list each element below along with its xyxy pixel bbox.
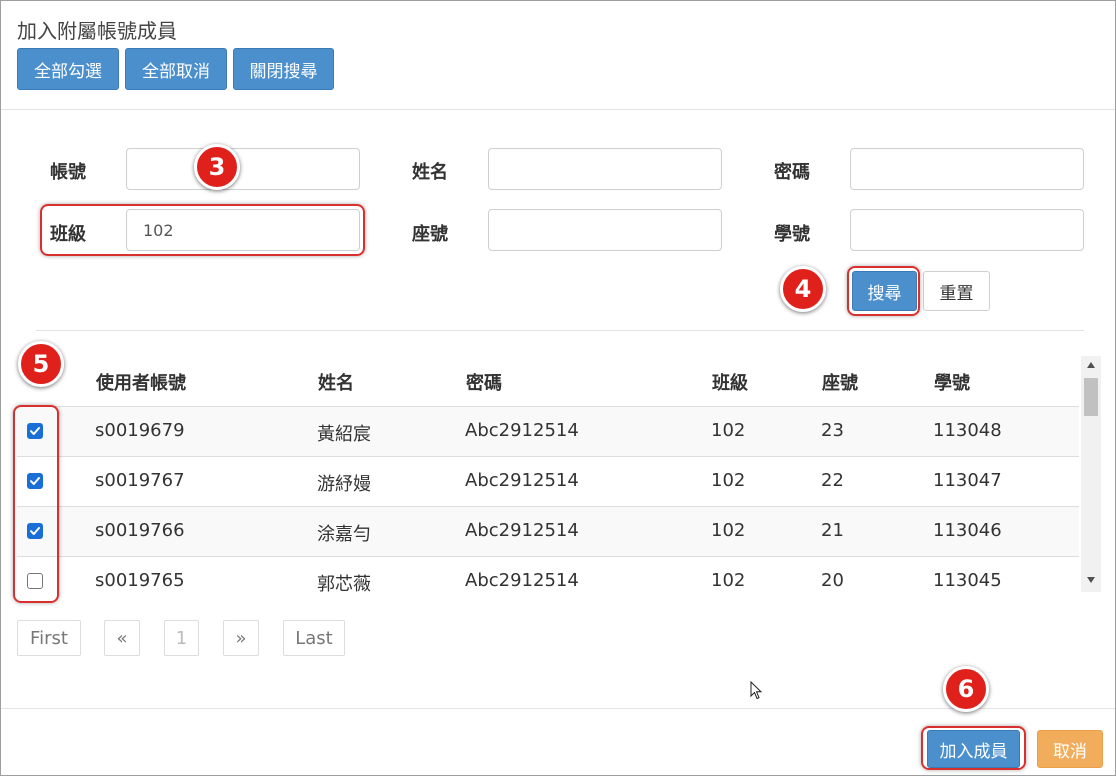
class-input[interactable] bbox=[126, 209, 360, 251]
checkmark-icon bbox=[30, 427, 40, 435]
header-password[interactable]: 密碼 bbox=[466, 369, 502, 395]
class-label: 班級 bbox=[50, 224, 86, 245]
cancel-button[interactable]: 取消 bbox=[1037, 730, 1103, 768]
header-account[interactable]: 使用者帳號 bbox=[96, 369, 186, 395]
add-members-dialog: 加入附屬帳號成員 全部勾選 全部取消 關閉搜尋 帳號 姓名 密碼 班級 座號 學… bbox=[0, 0, 1116, 776]
cell-class: 102 bbox=[711, 470, 746, 491]
student-id-input[interactable] bbox=[850, 209, 1084, 251]
table-row[interactable]: s0019765 郭芯薇 Abc2912514 102 20 113045 bbox=[17, 556, 1079, 606]
cell-account: s0019765 bbox=[95, 570, 185, 591]
table-row[interactable]: s0019767 游紓嫚 Abc2912514 102 22 113047 bbox=[17, 456, 1079, 506]
cell-student-id: 113046 bbox=[933, 520, 1002, 541]
select-all-button[interactable]: 全部勾選 bbox=[17, 48, 119, 90]
row-checkbox[interactable] bbox=[27, 573, 43, 589]
account-label: 帳號 bbox=[50, 162, 86, 183]
name-label: 姓名 bbox=[412, 162, 448, 183]
checkmark-icon bbox=[30, 527, 40, 535]
cell-password: Abc2912514 bbox=[465, 420, 579, 441]
table-row[interactable]: s0019766 涂嘉勻 Abc2912514 102 21 113046 bbox=[17, 506, 1079, 556]
cell-class: 102 bbox=[711, 570, 746, 591]
reset-button[interactable]: 重置 bbox=[923, 271, 990, 311]
cell-student-id: 113047 bbox=[933, 470, 1002, 491]
header-seat[interactable]: 座號 bbox=[822, 369, 858, 395]
form-divider bbox=[36, 330, 1084, 331]
cell-seat: 22 bbox=[821, 470, 844, 491]
cell-password: Abc2912514 bbox=[465, 570, 579, 591]
pagination-next[interactable]: » bbox=[223, 620, 259, 656]
cell-name: 郭芯薇 bbox=[317, 574, 371, 595]
checkmark-icon bbox=[30, 477, 40, 485]
seat-label: 座號 bbox=[412, 224, 448, 245]
header-class[interactable]: 班級 bbox=[712, 369, 748, 395]
table-scrollbar-thumb[interactable] bbox=[1084, 378, 1098, 416]
pagination-page-1[interactable]: 1 bbox=[164, 620, 199, 656]
scroll-up-arrow-icon[interactable] bbox=[1086, 361, 1096, 369]
seat-input[interactable] bbox=[488, 209, 722, 251]
step-5-badge: 5 bbox=[18, 341, 64, 387]
student-id-label: 學號 bbox=[774, 224, 810, 245]
cell-seat: 23 bbox=[821, 420, 844, 441]
row-checkbox[interactable] bbox=[27, 523, 43, 539]
password-input[interactable] bbox=[850, 148, 1084, 190]
footer-divider bbox=[1, 708, 1115, 709]
row-checkbox[interactable] bbox=[27, 473, 43, 489]
cell-student-id: 113048 bbox=[933, 420, 1002, 441]
cell-password: Abc2912514 bbox=[465, 470, 579, 491]
account-input[interactable] bbox=[126, 148, 360, 190]
header-student-id[interactable]: 學號 bbox=[934, 369, 970, 395]
dialog-title: 加入附屬帳號成員 bbox=[17, 19, 177, 43]
password-label: 密碼 bbox=[774, 162, 810, 183]
cell-name: 游紓嫚 bbox=[317, 474, 371, 495]
cell-account: s0019679 bbox=[95, 420, 185, 441]
header-name[interactable]: 姓名 bbox=[318, 369, 354, 395]
header-divider bbox=[1, 109, 1115, 110]
row-checkbox[interactable] bbox=[27, 423, 43, 439]
add-members-button[interactable]: 加入成員 bbox=[927, 730, 1020, 768]
step-6-badge: 6 bbox=[943, 666, 989, 712]
deselect-all-button[interactable]: 全部取消 bbox=[125, 48, 227, 90]
cell-name: 黃紹宸 bbox=[317, 424, 371, 445]
close-search-button[interactable]: 關閉搜尋 bbox=[233, 48, 334, 90]
mouse-cursor-icon bbox=[750, 681, 763, 700]
pagination-last[interactable]: Last bbox=[283, 620, 345, 656]
cell-class: 102 bbox=[711, 420, 746, 441]
pagination-first[interactable]: First bbox=[17, 620, 81, 656]
pagination-prev[interactable]: « bbox=[104, 620, 140, 656]
step-4-badge: 4 bbox=[780, 266, 826, 312]
cell-password: Abc2912514 bbox=[465, 520, 579, 541]
cell-seat: 21 bbox=[821, 520, 844, 541]
step-3-badge: 3 bbox=[194, 144, 240, 190]
cell-account: s0019766 bbox=[95, 520, 185, 541]
cell-class: 102 bbox=[711, 520, 746, 541]
cell-name: 涂嘉勻 bbox=[317, 524, 371, 545]
name-input[interactable] bbox=[488, 148, 722, 190]
cell-account: s0019767 bbox=[95, 470, 185, 491]
search-button[interactable]: 搜尋 bbox=[852, 271, 917, 311]
scroll-down-arrow-icon[interactable] bbox=[1086, 576, 1096, 584]
cell-student-id: 113045 bbox=[933, 570, 1002, 591]
table-row[interactable]: s0019679 黃紹宸 Abc2912514 102 23 113048 bbox=[17, 406, 1079, 456]
cell-seat: 20 bbox=[821, 570, 844, 591]
